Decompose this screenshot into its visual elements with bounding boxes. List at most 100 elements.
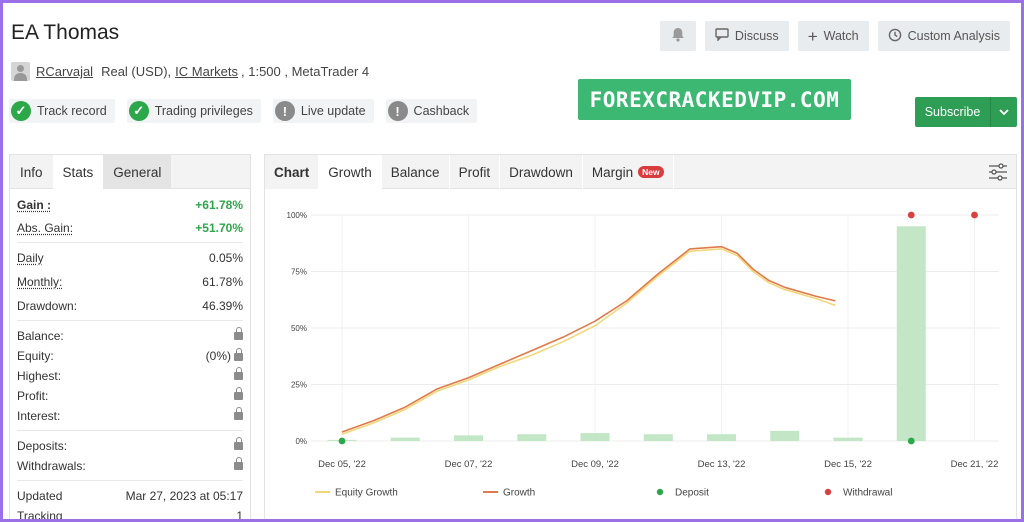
custom-analysis-button[interactable]: Custom Analysis xyxy=(877,21,1010,51)
growth-chart: 0% 25% 50% 75% 100% Dec 05, '22 Dec 07, '22 Dec… xyxy=(287,211,999,499)
leverage-platform: , 1:500 , MetaTrader 4 xyxy=(241,64,370,79)
lock-icon xyxy=(234,347,243,361)
badge-label: Track record xyxy=(37,104,107,118)
exclamation-icon: ! xyxy=(387,101,408,121)
watch-button[interactable]: + Watch xyxy=(797,21,869,51)
x-tick-label: Dec 21, '22 xyxy=(951,459,999,470)
x-tick-label: Dec 09, '22 xyxy=(571,459,619,470)
bell-icon xyxy=(671,27,685,45)
watermark-banner: FOREXCRACKEDVIP.COM xyxy=(578,79,851,120)
divider xyxy=(17,480,243,481)
legend-label: Growth xyxy=(503,488,535,499)
chart-bar xyxy=(770,430,800,441)
clock-icon xyxy=(888,28,902,45)
account-type: Real (USD), xyxy=(101,64,172,79)
badge-label: Live update xyxy=(300,104,366,118)
tab-balance[interactable]: Balance xyxy=(382,155,450,189)
x-tick-label: Dec 15, '22 xyxy=(824,459,872,470)
badge-label: Trading privileges xyxy=(154,104,253,118)
stat-daily: Daily 0.05% xyxy=(17,251,243,265)
badge-live-update[interactable]: ! Live update xyxy=(272,99,374,123)
chart-bar xyxy=(643,434,673,441)
legend-label: Equity Growth xyxy=(335,488,398,499)
divider xyxy=(17,430,243,431)
x-tick-label: Dec 13, '22 xyxy=(698,459,746,470)
x-tick-label: Dec 07, '22 xyxy=(445,459,493,470)
lock-icon xyxy=(234,327,243,340)
chart-bar xyxy=(390,437,420,441)
stat-abs-gain: Abs. Gain: +51.70% xyxy=(17,221,243,235)
discuss-label: Discuss xyxy=(734,29,779,43)
tab-general[interactable]: General xyxy=(103,155,172,189)
comment-icon xyxy=(715,28,729,44)
discuss-button[interactable]: Discuss xyxy=(704,21,789,51)
stat-gain: Gain : +61.78% xyxy=(17,198,243,212)
stats-list: Gain : +61.78% Abs. Gain: +51.70% Daily 0.0… xyxy=(10,189,250,519)
tab-growth[interactable]: Growth xyxy=(319,155,382,189)
lock-icon xyxy=(234,437,243,450)
tab-chart[interactable]: Chart xyxy=(265,155,320,189)
notification-button[interactable] xyxy=(659,21,696,51)
chart-panel: Chart Growth Balance Profit Drawdown Mar… xyxy=(264,154,1017,519)
legend-label: Withdrawal xyxy=(843,488,892,499)
deposit-point xyxy=(338,437,346,445)
chevron-down-icon[interactable] xyxy=(991,97,1017,127)
chart-bar xyxy=(517,434,547,441)
page-frame: EA Thomas Discuss + Watch Custom Analysi… xyxy=(0,0,1024,522)
tab-margin[interactable]: Margin New xyxy=(583,155,674,189)
plus-icon: + xyxy=(807,26,818,46)
badge-track-record[interactable]: ✓ Track record xyxy=(9,99,115,123)
chart-bar xyxy=(454,435,483,441)
watch-label: Watch xyxy=(823,29,859,43)
stat-equity: Equity: (0%) xyxy=(17,346,243,366)
y-tick-label: 100% xyxy=(287,211,307,220)
legend-swatch xyxy=(824,488,832,496)
divider xyxy=(17,320,243,321)
new-badge: New xyxy=(638,166,664,178)
settings-sliders-icon[interactable] xyxy=(988,163,1008,186)
lock-icon xyxy=(234,407,243,420)
lock-icon xyxy=(234,457,243,470)
tab-stats[interactable]: Stats xyxy=(52,155,104,189)
stat-updated: Updated Mar 27, 2023 at 05:17 xyxy=(17,489,243,503)
tab-info[interactable]: Info xyxy=(10,155,53,189)
x-tick-label: Dec 05, '22 xyxy=(318,459,366,470)
withdrawal-point xyxy=(907,211,915,219)
tab-profit[interactable]: Profit xyxy=(450,155,501,189)
stat-monthly: Monthly: 61.78% xyxy=(17,275,243,289)
chart-tabs: Chart Growth Balance Profit Drawdown Mar… xyxy=(265,155,1016,189)
user-link[interactable]: RCarvajal xyxy=(36,64,93,79)
stat-withdrawals: Withdrawals: xyxy=(17,456,243,476)
deposit-point xyxy=(907,437,915,445)
check-icon: ✓ xyxy=(11,101,31,121)
stat-highest: Highest: xyxy=(17,366,243,386)
custom-analysis-label: Custom Analysis xyxy=(907,29,1000,43)
stats-tabs: Info Stats General xyxy=(10,155,250,189)
legend-swatch xyxy=(656,488,664,496)
exclamation-icon: ! xyxy=(274,101,295,121)
badge-trading-privileges[interactable]: ✓ Trading privileges xyxy=(126,99,261,123)
subscribe-label: Subscribe xyxy=(915,97,991,127)
stat-drawdown: Drawdown: 46.39% xyxy=(17,299,243,313)
y-tick-label: 0% xyxy=(295,437,307,446)
stat-interest: Interest: xyxy=(17,406,243,426)
broker-link[interactable]: IC Markets xyxy=(175,64,238,79)
y-tick-label: 50% xyxy=(291,324,307,333)
series-line-equity-growth xyxy=(341,248,836,435)
legend-label: Deposit xyxy=(675,488,709,499)
lock-icon xyxy=(234,367,243,380)
withdrawal-point xyxy=(971,211,978,219)
top-toolbar: Discuss + Watch Custom Analysis xyxy=(659,21,1010,51)
badge-cashback[interactable]: ! Cashback xyxy=(385,99,478,123)
chart-bar xyxy=(833,437,863,441)
chart-bar xyxy=(896,226,926,441)
divider xyxy=(17,242,243,243)
tab-drawdown[interactable]: Drawdown xyxy=(500,155,583,189)
verification-badges: ✓ Track record ✓ Trading privileges ! Li… xyxy=(9,99,478,123)
y-tick-label: 75% xyxy=(291,268,307,277)
chart-bar xyxy=(707,434,736,441)
series-line-growth xyxy=(341,245,836,433)
page-title: EA Thomas xyxy=(11,21,120,44)
check-icon: ✓ xyxy=(128,101,149,121)
subscribe-button[interactable]: Subscribe xyxy=(915,97,1017,127)
